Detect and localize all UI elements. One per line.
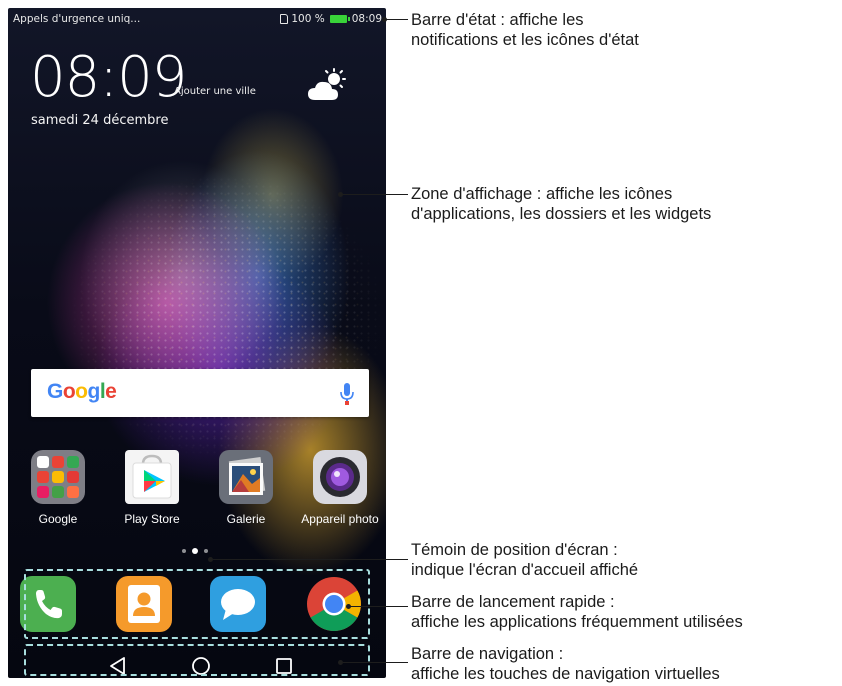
leader-line-position [208, 556, 408, 562]
app-google-folder[interactable]: Google [12, 450, 104, 526]
page-dot-active[interactable] [192, 548, 198, 554]
clock-widget-time[interactable]: 08:09 [30, 48, 187, 108]
status-bar[interactable]: Appels d'urgence uniq... 100 % 08:09 [8, 8, 386, 30]
google-logo: Google [47, 380, 117, 403]
callout-line: indique l'écran d'accueil affiché [411, 561, 639, 579]
app-label: Play Store [124, 512, 180, 526]
callout-line: affiche les applications fréquemment uti… [411, 613, 743, 631]
callout-line: Barre de navigation : [411, 645, 564, 663]
google-search-bar[interactable]: Google [31, 369, 369, 417]
app-label: Galerie [226, 512, 266, 526]
home-icon[interactable] [187, 652, 215, 678]
leader-line-quick-launch [346, 603, 408, 609]
callout-screen-position: Témoin de position d'écran : indique l'é… [411, 540, 638, 580]
callout-line: Zone d'affichage : affiche les icônes [411, 185, 673, 203]
camera-icon [313, 450, 367, 504]
app-play-store[interactable]: Play Store [106, 450, 198, 526]
app-label: Appareil photo [301, 512, 379, 526]
google-folder-icon [31, 450, 85, 504]
clock-widget-date: samedi 24 décembre [31, 113, 169, 128]
mic-icon[interactable] [339, 382, 355, 406]
add-city-link[interactable]: Ajouter une ville [174, 86, 256, 97]
leader-line-status [382, 16, 408, 22]
emergency-calls-text: Appels d'urgence uniq... [13, 13, 141, 25]
app-camera[interactable]: Appareil photo [294, 450, 386, 526]
page-indicator [182, 548, 208, 554]
messages-icon[interactable] [210, 576, 266, 632]
leader-line-display [338, 191, 408, 197]
recents-icon[interactable] [270, 652, 298, 678]
callout-line: Barre de lancement rapide : [411, 593, 615, 611]
callout-line: affiche les touches de navigation virtue… [411, 665, 720, 683]
gallery-icon [219, 450, 273, 504]
callout-display-area: Zone d'affichage : affiche les icônes d'… [411, 184, 711, 224]
play-store-icon [125, 450, 179, 504]
callout-navigation-bar: Barre de navigation : affiche les touche… [411, 644, 720, 684]
page-dot[interactable] [182, 549, 186, 553]
callout-line: notifications et les icônes d'état [411, 31, 639, 49]
partly-cloudy-icon[interactable] [306, 68, 346, 104]
leader-line-navigation [338, 659, 408, 665]
page-dot[interactable] [204, 549, 208, 553]
sim-icon [280, 14, 289, 24]
battery-percent: 100 % [291, 13, 325, 25]
callout-line: d'applications, les dossiers et les widg… [411, 205, 712, 223]
back-icon[interactable] [104, 652, 132, 678]
callout-line: Témoin de position d'écran : [411, 541, 618, 559]
status-icons: 100 % 08:09 [280, 13, 382, 25]
phone-icon[interactable] [20, 576, 76, 632]
app-gallery[interactable]: Galerie [200, 450, 292, 526]
status-time: 08:09 [351, 13, 382, 25]
battery-icon [329, 15, 350, 23]
phone-home-screen: Appels d'urgence uniq... 100 % 08:09 08:… [8, 8, 386, 678]
callout-line: Barre d'état : affiche les [411, 11, 584, 29]
app-label: Google [38, 512, 78, 526]
callout-quick-launch: Barre de lancement rapide : affiche les … [411, 592, 743, 632]
chrome-icon[interactable] [306, 576, 362, 632]
contacts-icon[interactable] [116, 576, 172, 632]
callout-status-bar: Barre d'état : affiche les notifications… [411, 10, 639, 50]
